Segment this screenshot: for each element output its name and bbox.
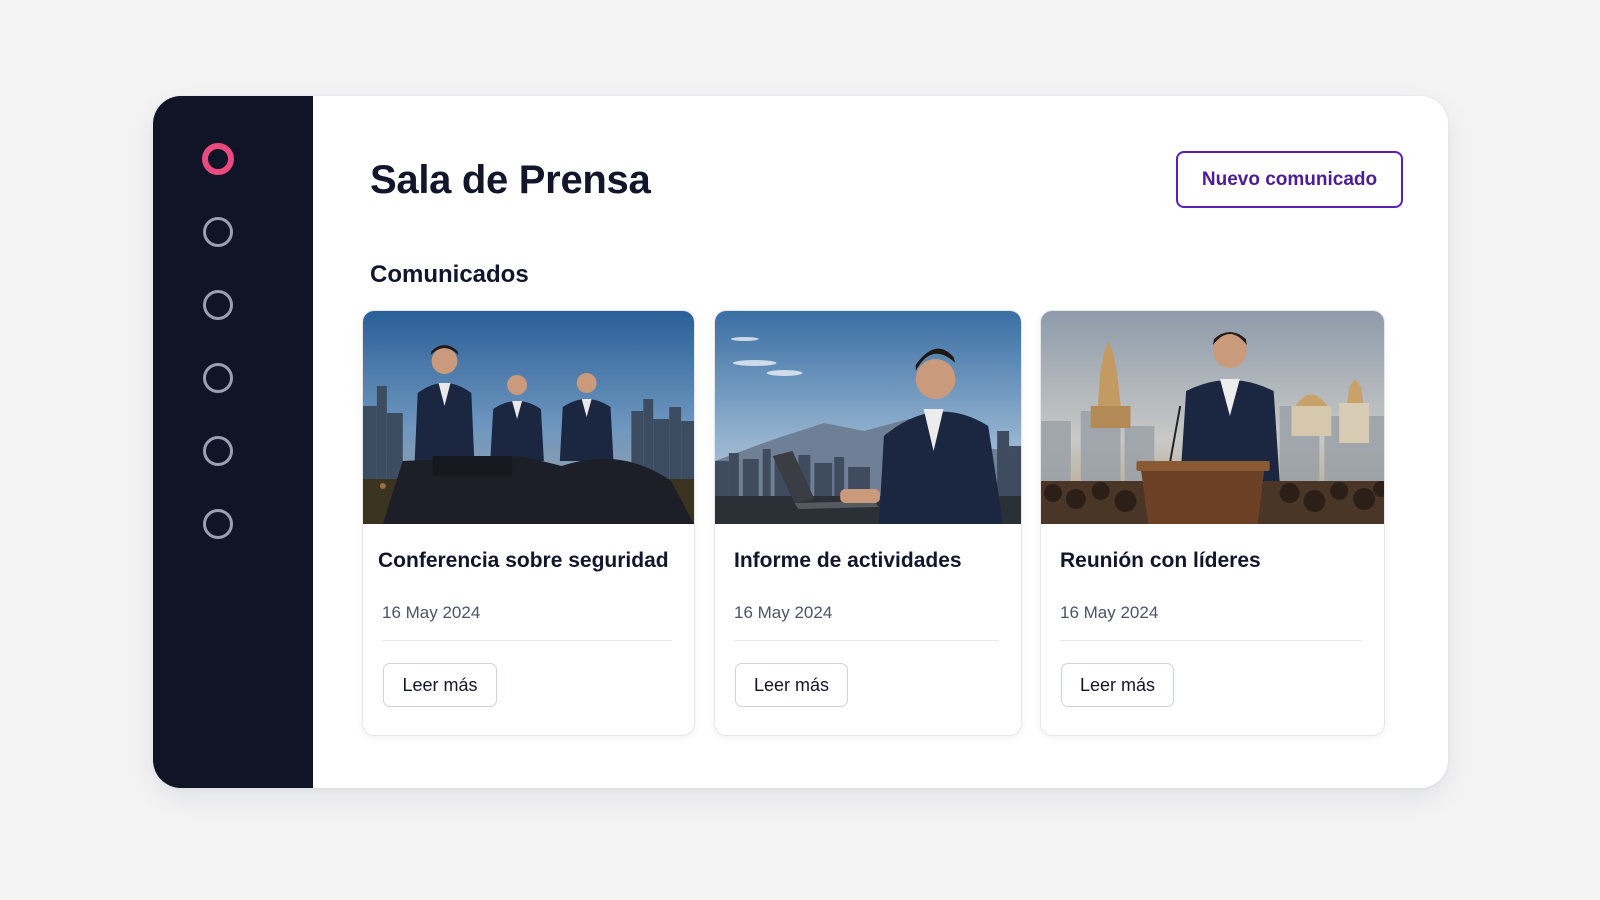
read-more-button[interactable]: Leer más	[1061, 663, 1174, 707]
card-date: 16 May 2024	[1060, 603, 1159, 622]
sidebar-item-5-icon[interactable]	[203, 436, 233, 466]
read-more-button[interactable]: Leer más	[383, 663, 497, 707]
sidebar-item-4-icon[interactable]	[203, 363, 233, 393]
card-divider	[382, 640, 672, 641]
app-window: Sala de Prensa Nuevo comunicado Comunica…	[153, 96, 1448, 788]
page-title: Sala de Prensa	[370, 158, 651, 202]
press-card: Informe de actividades 16 May 2024 Leer …	[714, 310, 1022, 736]
card-title: Reunión con líderes	[1060, 549, 1261, 572]
card-divider	[1060, 640, 1362, 641]
card-title: Conferencia sobre seguridad	[378, 549, 669, 572]
main-content: Sala de Prensa Nuevo comunicado Comunica…	[313, 96, 1448, 788]
press-card: Reunión con líderes 16 May 2024 Leer más	[1040, 310, 1385, 736]
sidebar-item-active-icon[interactable]	[202, 143, 234, 175]
card-divider	[734, 640, 999, 641]
activity-report-image	[715, 311, 1021, 524]
sidebar	[153, 96, 313, 788]
press-card: Conferencia sobre seguridad 16 May 2024 …	[362, 310, 695, 736]
new-release-button[interactable]: Nuevo comunicado	[1176, 151, 1403, 208]
press-conference-image	[363, 311, 694, 524]
card-date: 16 May 2024	[382, 603, 481, 622]
card-title: Informe de actividades	[734, 549, 962, 572]
leaders-meeting-image	[1041, 311, 1384, 524]
card-date: 16 May 2024	[734, 603, 833, 622]
sidebar-item-6-icon[interactable]	[203, 509, 233, 539]
sidebar-item-3-icon[interactable]	[203, 290, 233, 320]
sidebar-item-2-icon[interactable]	[203, 217, 233, 247]
read-more-button[interactable]: Leer más	[735, 663, 848, 707]
section-title: Comunicados	[370, 261, 529, 288]
